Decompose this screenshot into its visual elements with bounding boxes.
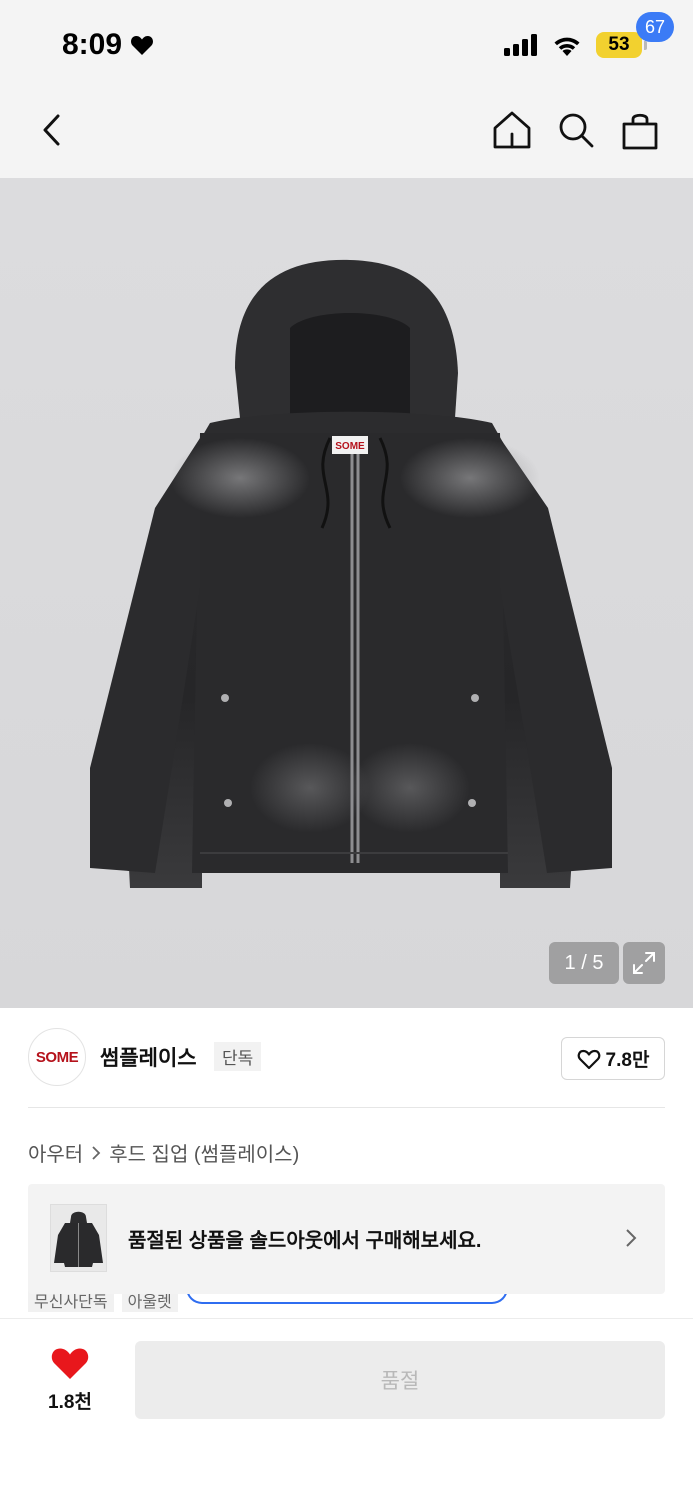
clock: 8:09: [62, 28, 123, 61]
expand-icon: [633, 952, 655, 974]
bottom-action-bar: 1.8천 품절: [0, 1318, 693, 1500]
breadcrumb-subcategory[interactable]: 후드 집업 (썸플레이스): [109, 1138, 299, 1167]
jacket-product-photo: SOME: [90, 259, 612, 888]
breadcrumb-category[interactable]: 아우터: [28, 1138, 83, 1167]
expand-image-button[interactable]: [623, 942, 665, 984]
exclusive-badge: 단독: [214, 1042, 262, 1071]
brand-like-count: 7.8만: [605, 1050, 650, 1071]
chevron-right-icon: [626, 1229, 637, 1247]
search-icon[interactable]: [554, 108, 598, 152]
top-nav-bar: [0, 92, 693, 178]
banner-thumbnail: [50, 1204, 107, 1272]
brand-like-button[interactable]: 7.8만: [561, 1037, 665, 1080]
product-image-gallery[interactable]: SOME 1 / 5: [0, 178, 693, 1008]
brand-logo[interactable]: SOME: [28, 1028, 86, 1086]
home-icon[interactable]: [490, 108, 534, 152]
soldout-purchase-button: 품절: [135, 1341, 665, 1419]
heart-filled-icon: [51, 1348, 89, 1379]
brand-name[interactable]: 썸플레이스: [100, 1042, 197, 1072]
status-indicators: 53: [504, 32, 647, 58]
wishlist-button[interactable]: 1.8천: [30, 1345, 110, 1414]
heart-outline-icon: [577, 1049, 600, 1069]
wifi-icon: [554, 37, 580, 56]
brand-row: SOME 썸플레이스 단독 7.8만: [28, 1028, 665, 1086]
signal-icon: [504, 34, 537, 56]
image-counter: 1 / 5: [549, 942, 619, 984]
shopping-bag-icon[interactable]: [616, 108, 664, 152]
chevron-right-icon: [92, 1145, 101, 1160]
garment-label: SOME: [335, 441, 365, 452]
status-bar: 8:09 53: [0, 0, 693, 92]
soldout-banner[interactable]: 품절된 상품을 솔드아웃에서 구매해보세요.: [28, 1184, 665, 1294]
jacket-thumbnail-image: [54, 1211, 103, 1267]
banner-text: 품절된 상품을 솔드아웃에서 구매해보세요.: [128, 1230, 482, 1252]
heart-icon: [131, 36, 154, 55]
breadcrumb: 아우터 후드 집업 (썸플레이스): [28, 1138, 299, 1167]
cart-count-badge: 67: [636, 12, 674, 42]
battery-cap: [644, 40, 647, 50]
back-arrow-icon[interactable]: [34, 110, 74, 150]
divider: [28, 1107, 665, 1108]
wishlist-count: 1.8천: [48, 1392, 92, 1413]
battery-level: 53: [596, 32, 642, 58]
status-time: 8:09: [62, 28, 154, 62]
